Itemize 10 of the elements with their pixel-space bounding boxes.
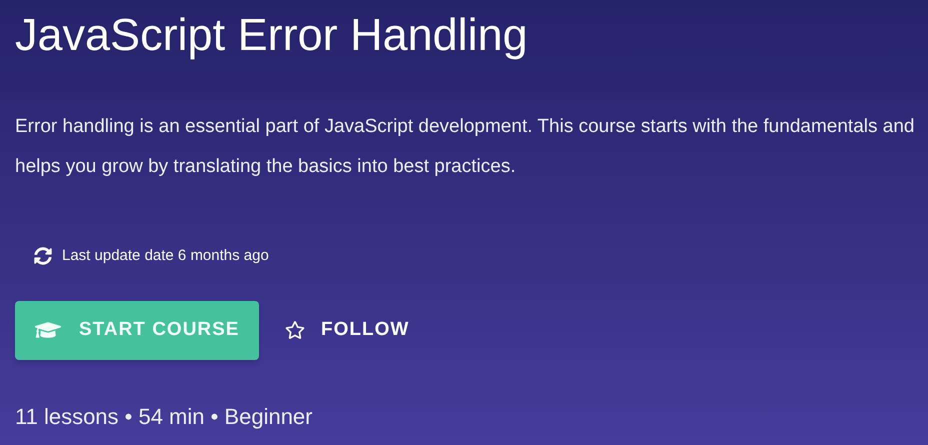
graduation-cap-icon [35,319,61,341]
star-icon [285,320,305,340]
course-title: JavaScript Error Handling [15,9,528,61]
last-update-text: Last update date 6 months ago [62,246,269,266]
start-course-label: START COURSE [79,318,240,342]
course-meta: 11 lessons • 54 min • Beginner [15,402,312,431]
follow-label: FOLLOW [321,318,410,342]
course-description: Error handling is an essential part of JavaScript development. This course starts with the fundamentals and helps you grow by translating the basics into best practices. [15,115,915,179]
follow-button[interactable]: FOLLOW [285,316,410,344]
refresh-icon [34,247,52,266]
